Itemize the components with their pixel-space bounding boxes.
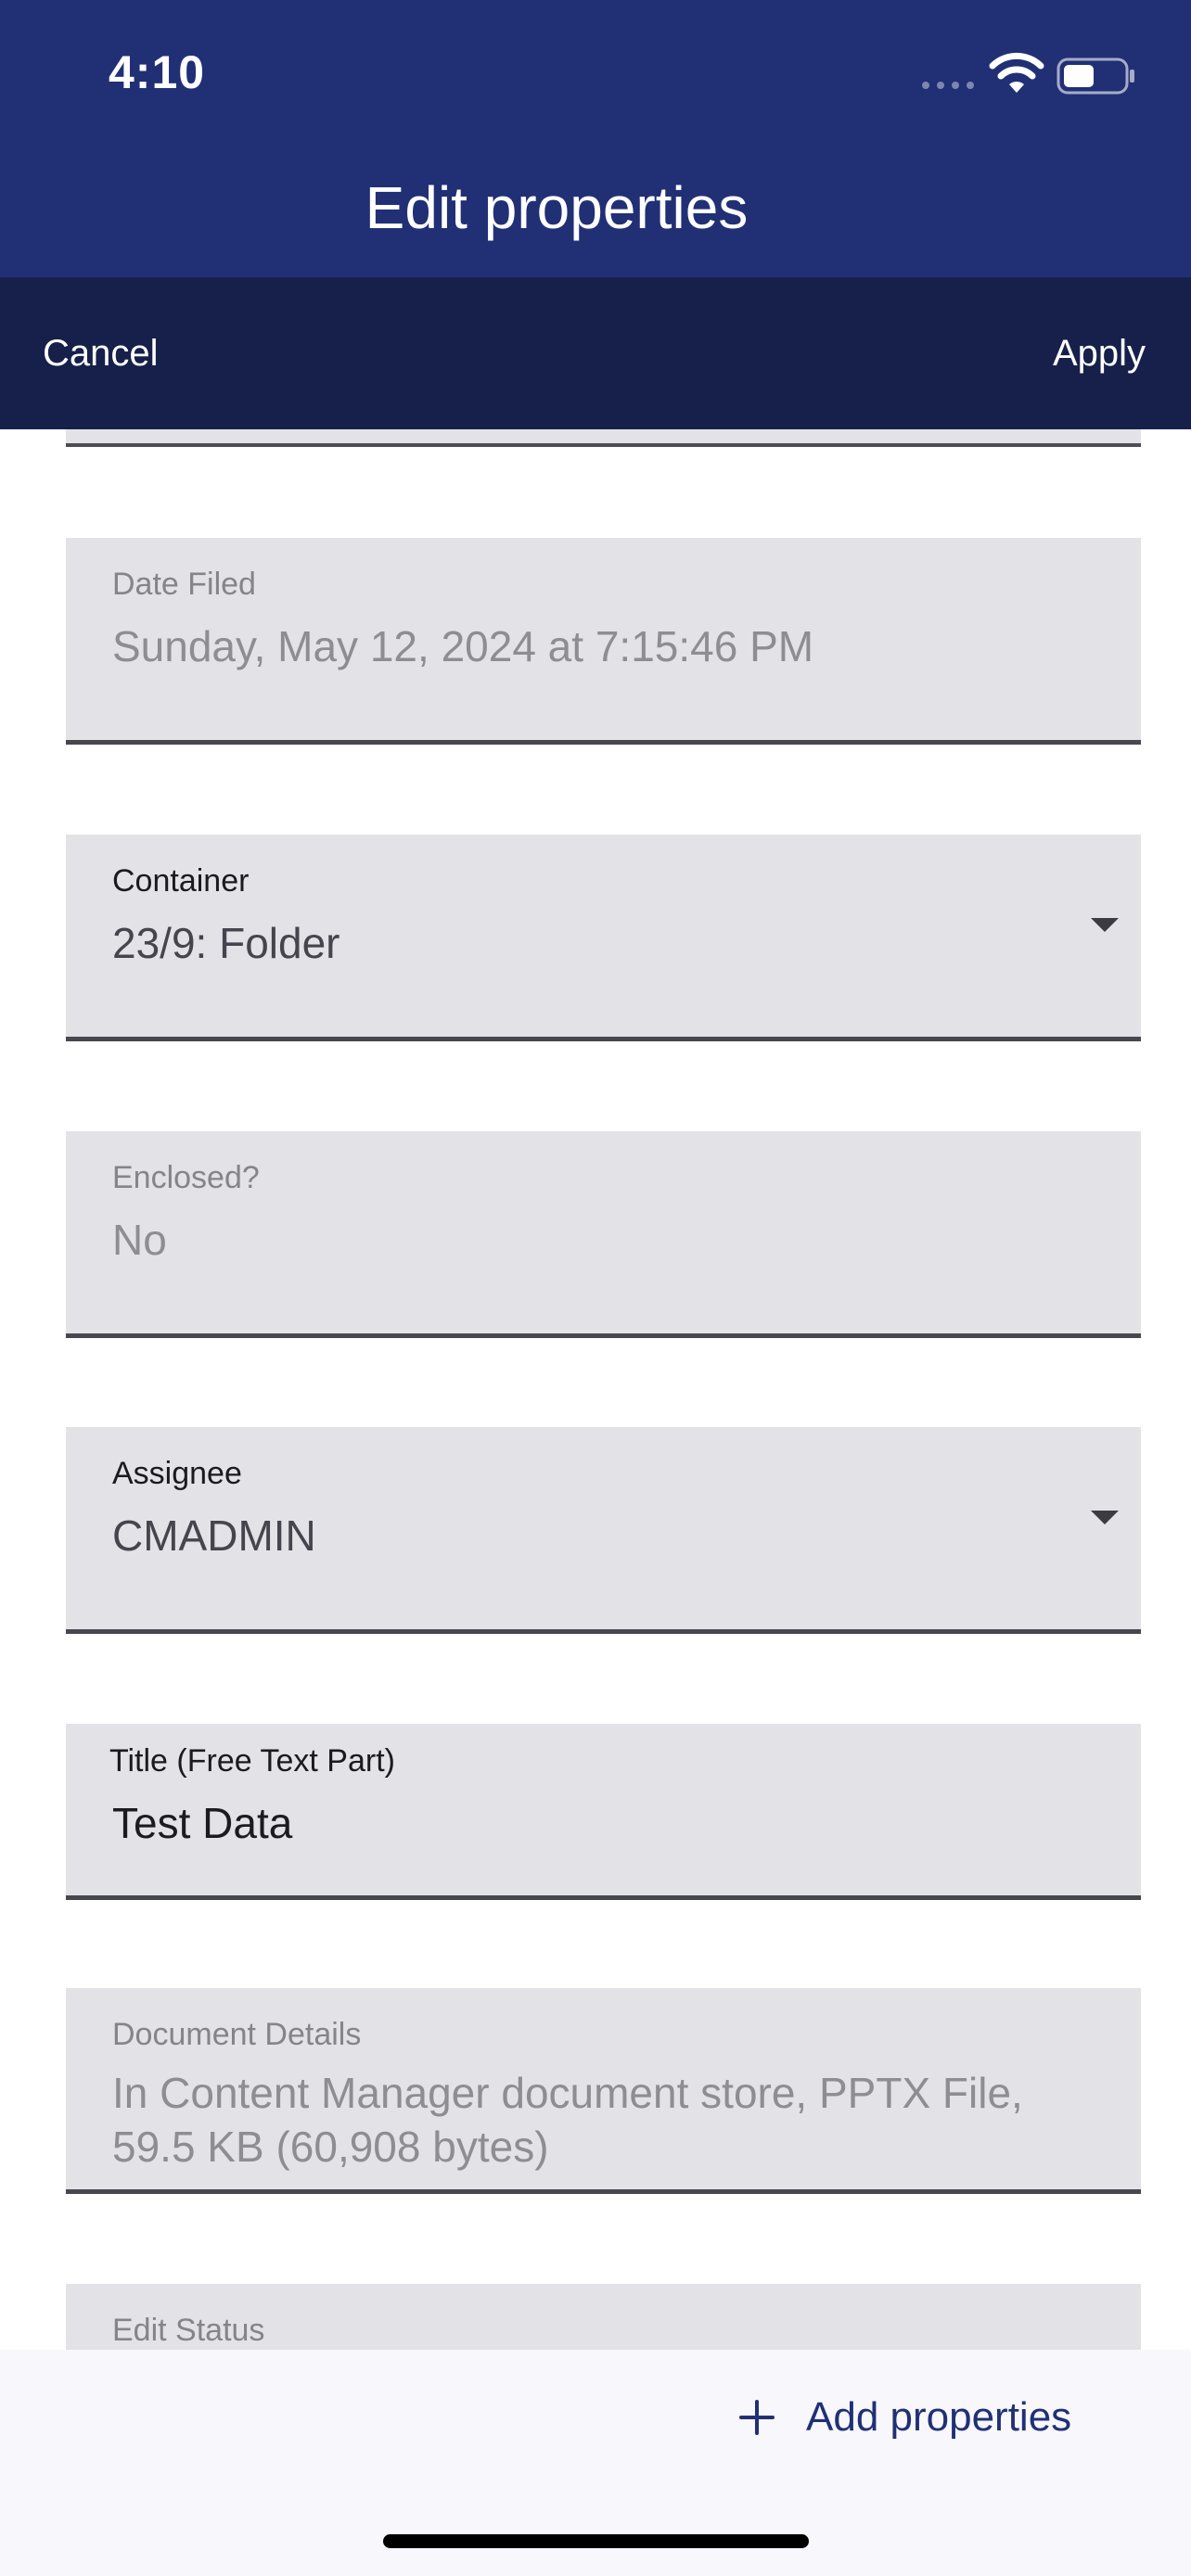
status-time: 4:10 — [109, 46, 206, 98]
field-label: Enclosed? — [112, 1160, 260, 1195]
document-details-field: Document Details In Content Manager docu… — [66, 1988, 1141, 2194]
apply-button[interactable]: Apply — [1053, 325, 1146, 381]
battery-icon — [1057, 57, 1134, 95]
enclosed-field: Enclosed? No — [66, 1131, 1141, 1338]
add-properties-button[interactable]: Add properties — [737, 2385, 1071, 2450]
chevron-down-icon[interactable] — [1091, 918, 1119, 932]
properties-form[interactable]: Date Filed Sunday, May 12, 2024 at 7:15:… — [0, 429, 1191, 2350]
cancel-button[interactable]: Cancel — [43, 325, 159, 381]
field-label: Container — [112, 863, 250, 899]
field-value: 23/9: Folder — [112, 919, 340, 967]
wifi-icon — [989, 52, 1044, 93]
field-label: Document Details — [112, 2017, 362, 2052]
signal-dots-icon — [922, 82, 974, 89]
field-value: In Content Manager document store, PPTX … — [112, 2069, 1023, 2171]
container-dropdown[interactable]: Container 23/9: Folder — [66, 835, 1141, 1041]
field-value: Sunday, May 12, 2024 at 7:15:46 PM — [112, 622, 814, 670]
field-value: No — [112, 1216, 167, 1264]
page-title: Edit properties — [365, 174, 749, 241]
field-label: Assignee — [112, 1456, 242, 1491]
edit-status-field: Edit Status — [66, 2284, 1141, 2350]
navigation-header: 4:10 Edit properties — [0, 0, 1191, 277]
previous-field-edge — [66, 429, 1141, 447]
date-filed-field: Date Filed Sunday, May 12, 2024 at 7:15:… — [66, 538, 1141, 745]
field-label: Date Filed — [112, 567, 256, 602]
action-bar: Cancel Apply — [0, 277, 1191, 429]
field-label: Title (Free Text Part) — [109, 1743, 395, 1779]
assignee-dropdown[interactable]: Assignee CMADMIN — [66, 1427, 1141, 1634]
field-label: Edit Status — [112, 2313, 265, 2348]
title-input[interactable]: Test Data — [112, 1796, 1077, 1850]
add-properties-label: Add properties — [806, 2394, 1072, 2440]
plus-icon — [739, 2400, 775, 2435]
field-value: CMADMIN — [112, 1511, 316, 1560]
title-text-field[interactable]: Title (Free Text Part) Test Data — [66, 1724, 1141, 1900]
home-indicator[interactable] — [383, 2534, 809, 2548]
chevron-down-icon[interactable] — [1091, 1511, 1119, 1524]
